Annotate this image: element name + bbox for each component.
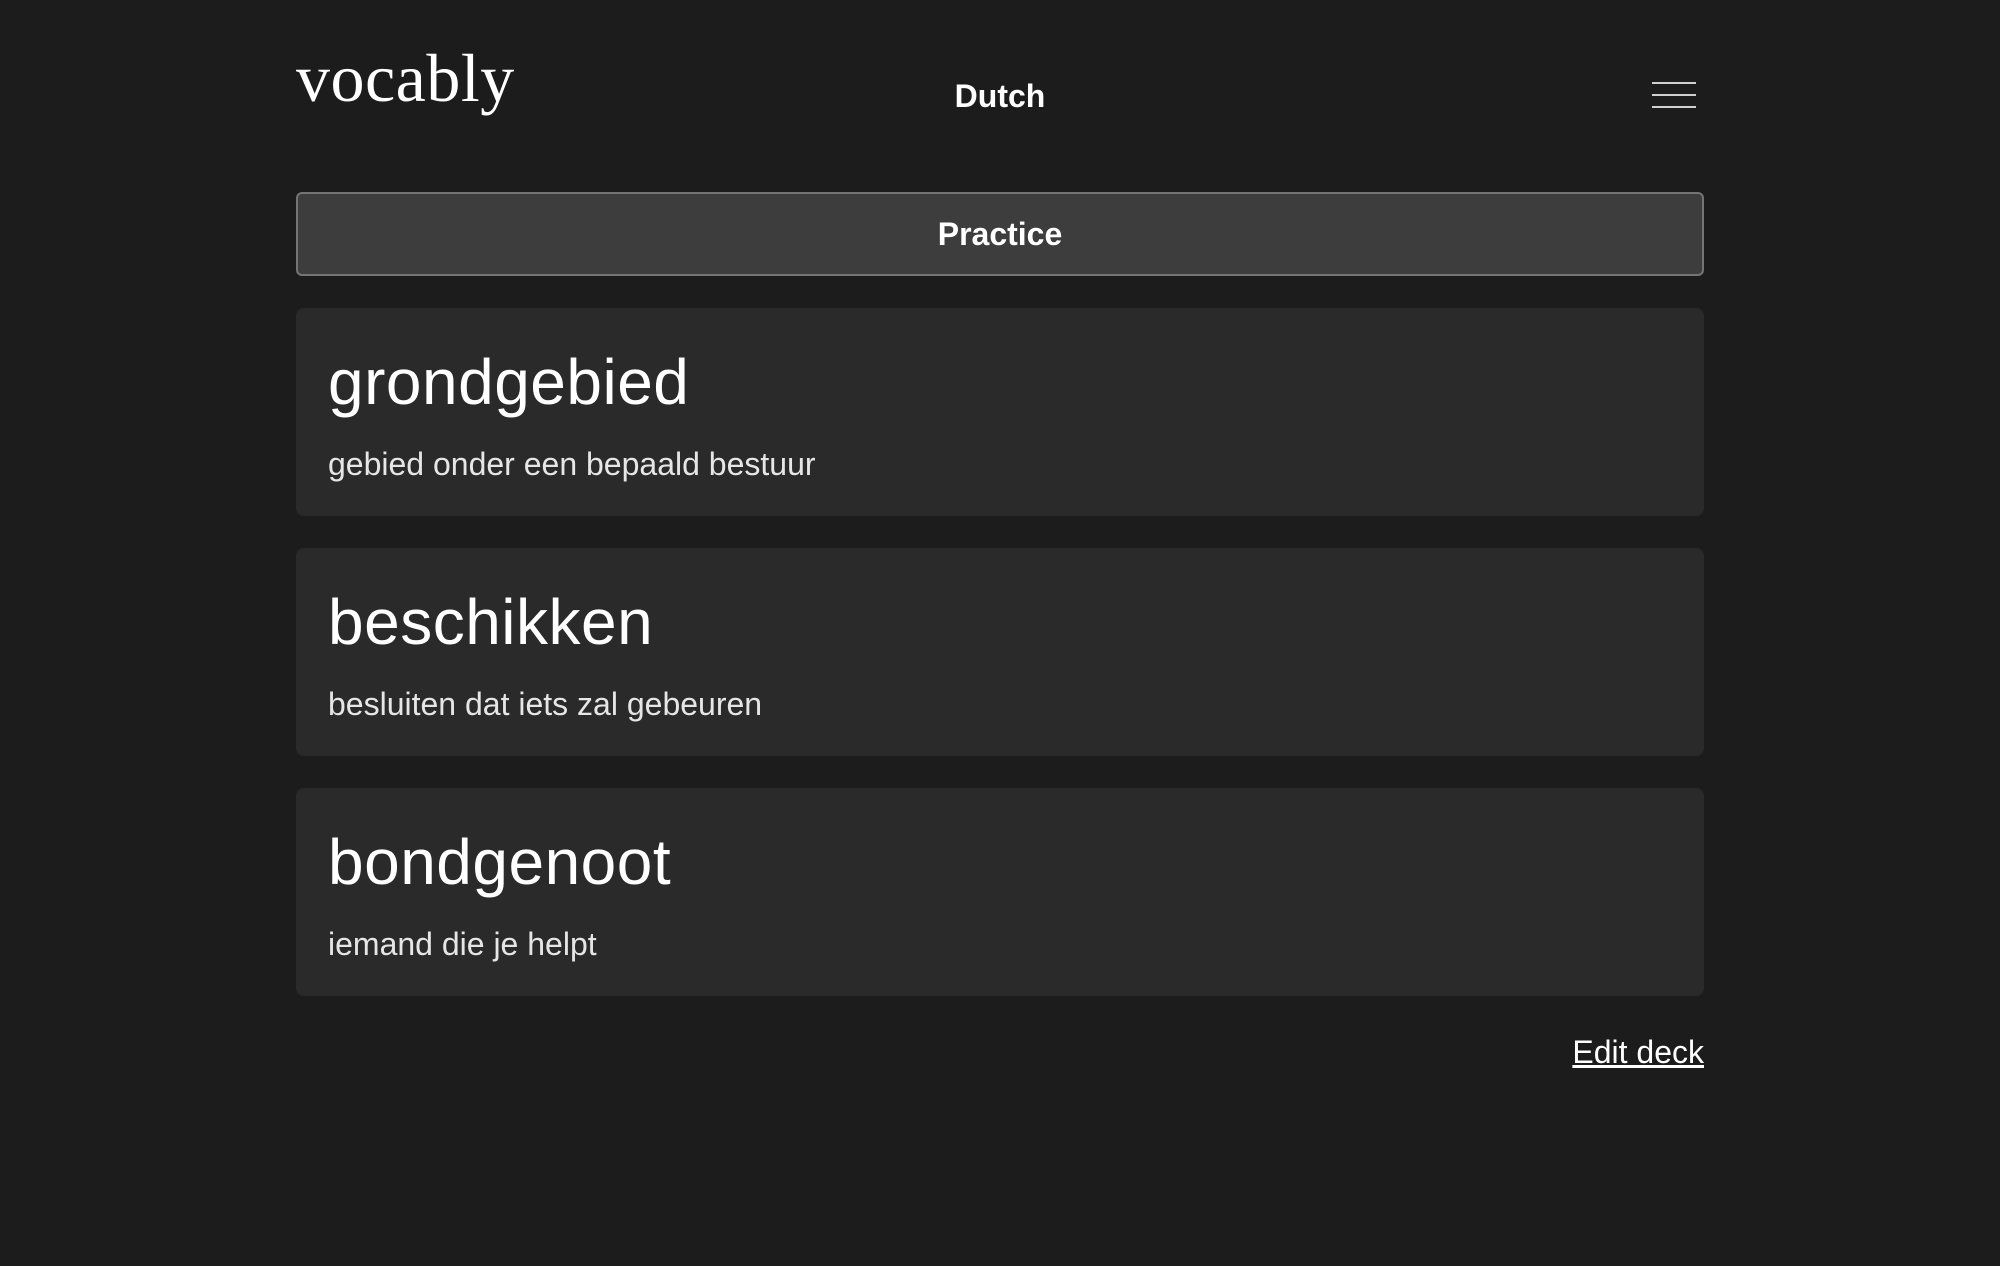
header: vocably Dutch [296, 0, 1704, 190]
main-container: vocably Dutch Practice grondgebied gebie… [296, 0, 1704, 1070]
card-definition: iemand die je helpt [328, 926, 597, 962]
card-term: bondgenoot [328, 826, 672, 898]
deck-title: Dutch [954, 78, 1046, 114]
card-term: grondgebied [328, 346, 690, 418]
word-card[interactable]: beschikken besluiten dat iets zal gebeur… [296, 548, 1704, 756]
card-term: beschikken [328, 586, 654, 658]
menu-line [1652, 94, 1696, 96]
word-card[interactable]: bondgenoot iemand die je helpt [296, 788, 1704, 996]
word-card[interactable]: grondgebied gebied onder een bepaald bes… [296, 308, 1704, 516]
edit-deck-link[interactable]: Edit deck [1572, 1034, 1704, 1071]
card-definition: gebied onder een bepaald bestuur [328, 446, 816, 482]
menu-line [1652, 82, 1696, 84]
practice-button[interactable]: Practice [296, 192, 1704, 276]
menu-line [1652, 106, 1696, 108]
card-definition: besluiten dat iets zal gebeuren [328, 686, 763, 722]
hamburger-menu-icon[interactable] [1652, 80, 1696, 112]
